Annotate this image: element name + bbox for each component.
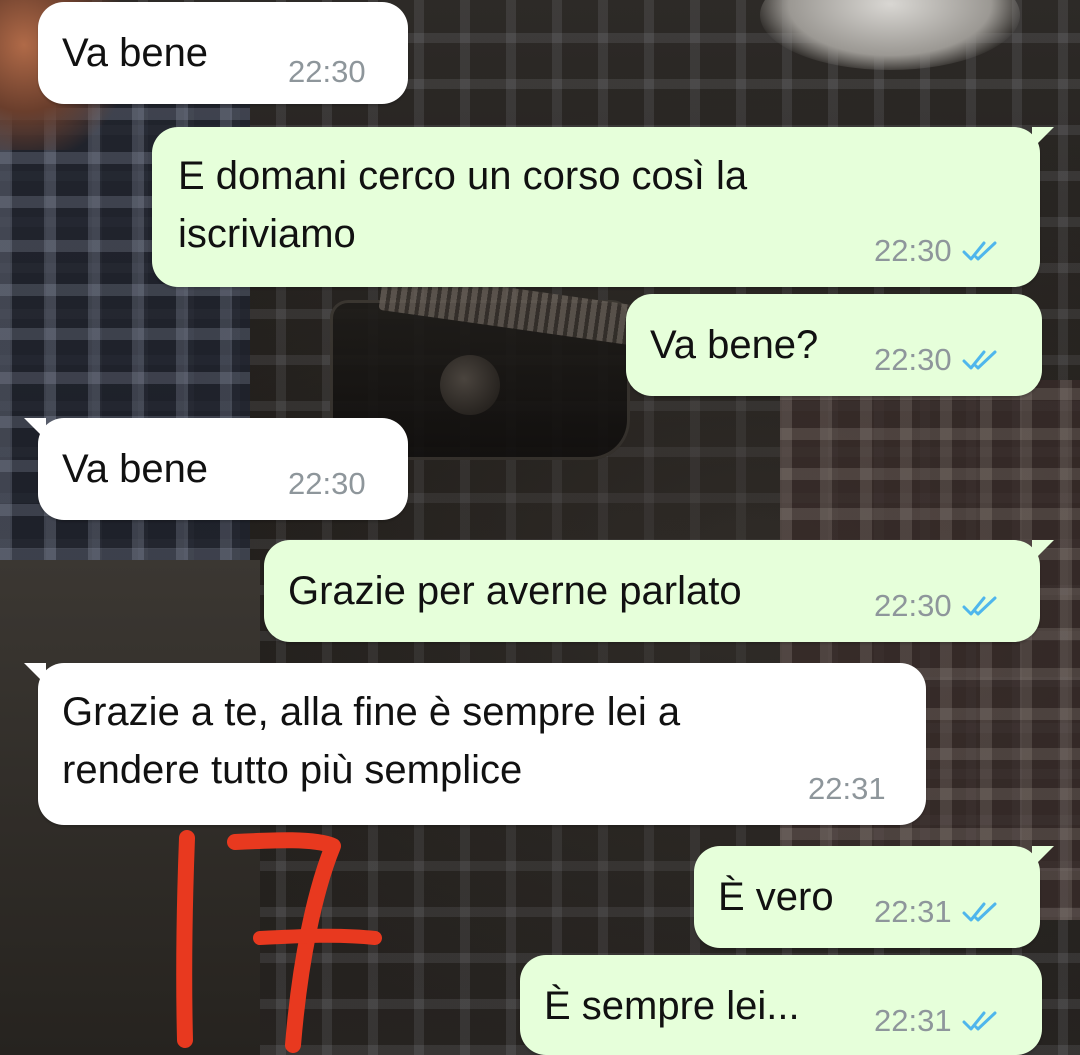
message-bubble-incoming[interactable]: Va bene 22:30 bbox=[24, 418, 408, 520]
message-time: 22:30 bbox=[288, 54, 366, 89]
message-text-line-1: Grazie a te, alla fine è sempre lei a bbox=[62, 690, 681, 734]
message-bubble-outgoing[interactable]: È vero 22:31 bbox=[694, 846, 1054, 948]
message-time: 22:31 bbox=[874, 1003, 952, 1038]
message-text: Grazie per averne parlato bbox=[288, 569, 742, 613]
message-time: 22:30 bbox=[874, 342, 952, 377]
message-time: 22:30 bbox=[874, 588, 952, 623]
read-ticks-icon bbox=[962, 350, 997, 370]
message-time: 22:31 bbox=[874, 894, 952, 929]
message-time: 22:31 bbox=[808, 771, 886, 806]
message-bubble-outgoing[interactable]: Grazie per averne parlato 22:30 bbox=[264, 540, 1054, 642]
message-meta: 22:31 bbox=[874, 894, 1000, 930]
message-meta: 22:30 bbox=[874, 588, 1000, 624]
message-time: 22:30 bbox=[874, 233, 952, 268]
message-bubble-outgoing[interactable]: Va bene? 22:30 bbox=[626, 294, 1042, 396]
message-meta: 22:31 bbox=[808, 771, 886, 807]
message-meta: 22:30 bbox=[288, 54, 366, 90]
read-ticks-icon bbox=[962, 1011, 997, 1031]
message-meta: 22:30 bbox=[874, 233, 1000, 269]
message-bubble-outgoing[interactable]: È sempre lei... 22:31 bbox=[520, 955, 1042, 1055]
read-ticks-icon bbox=[962, 902, 997, 922]
chat-message-list[interactable]: Va bene 22:30 E domani cerco un corso co… bbox=[0, 0, 1080, 1055]
message-text: Va bene bbox=[62, 447, 209, 491]
message-text-line-2: iscriviamo bbox=[178, 212, 356, 256]
message-meta: 22:31 bbox=[874, 1003, 1000, 1039]
message-bubble-incoming[interactable]: Va bene 22:30 bbox=[38, 2, 408, 104]
read-ticks-icon bbox=[962, 241, 997, 261]
message-text: Va bene? bbox=[650, 323, 819, 367]
message-text: È vero bbox=[718, 875, 834, 919]
message-meta: 22:30 bbox=[288, 466, 366, 502]
message-text: È sempre lei... bbox=[544, 984, 800, 1028]
message-text-line-2: rendere tutto più semplice bbox=[62, 748, 523, 792]
message-text-line-1: E domani cerco un corso così la bbox=[178, 154, 748, 198]
message-bubble-incoming[interactable]: Grazie a te, alla fine è sempre lei a re… bbox=[24, 663, 926, 825]
message-bubble-outgoing[interactable]: E domani cerco un corso così la iscrivia… bbox=[152, 127, 1054, 287]
read-ticks-icon bbox=[962, 596, 997, 616]
message-time: 22:30 bbox=[288, 466, 366, 501]
handwritten-17-annotation bbox=[176, 830, 382, 1053]
message-text: Va bene bbox=[62, 31, 209, 75]
message-meta: 22:30 bbox=[874, 342, 1000, 378]
